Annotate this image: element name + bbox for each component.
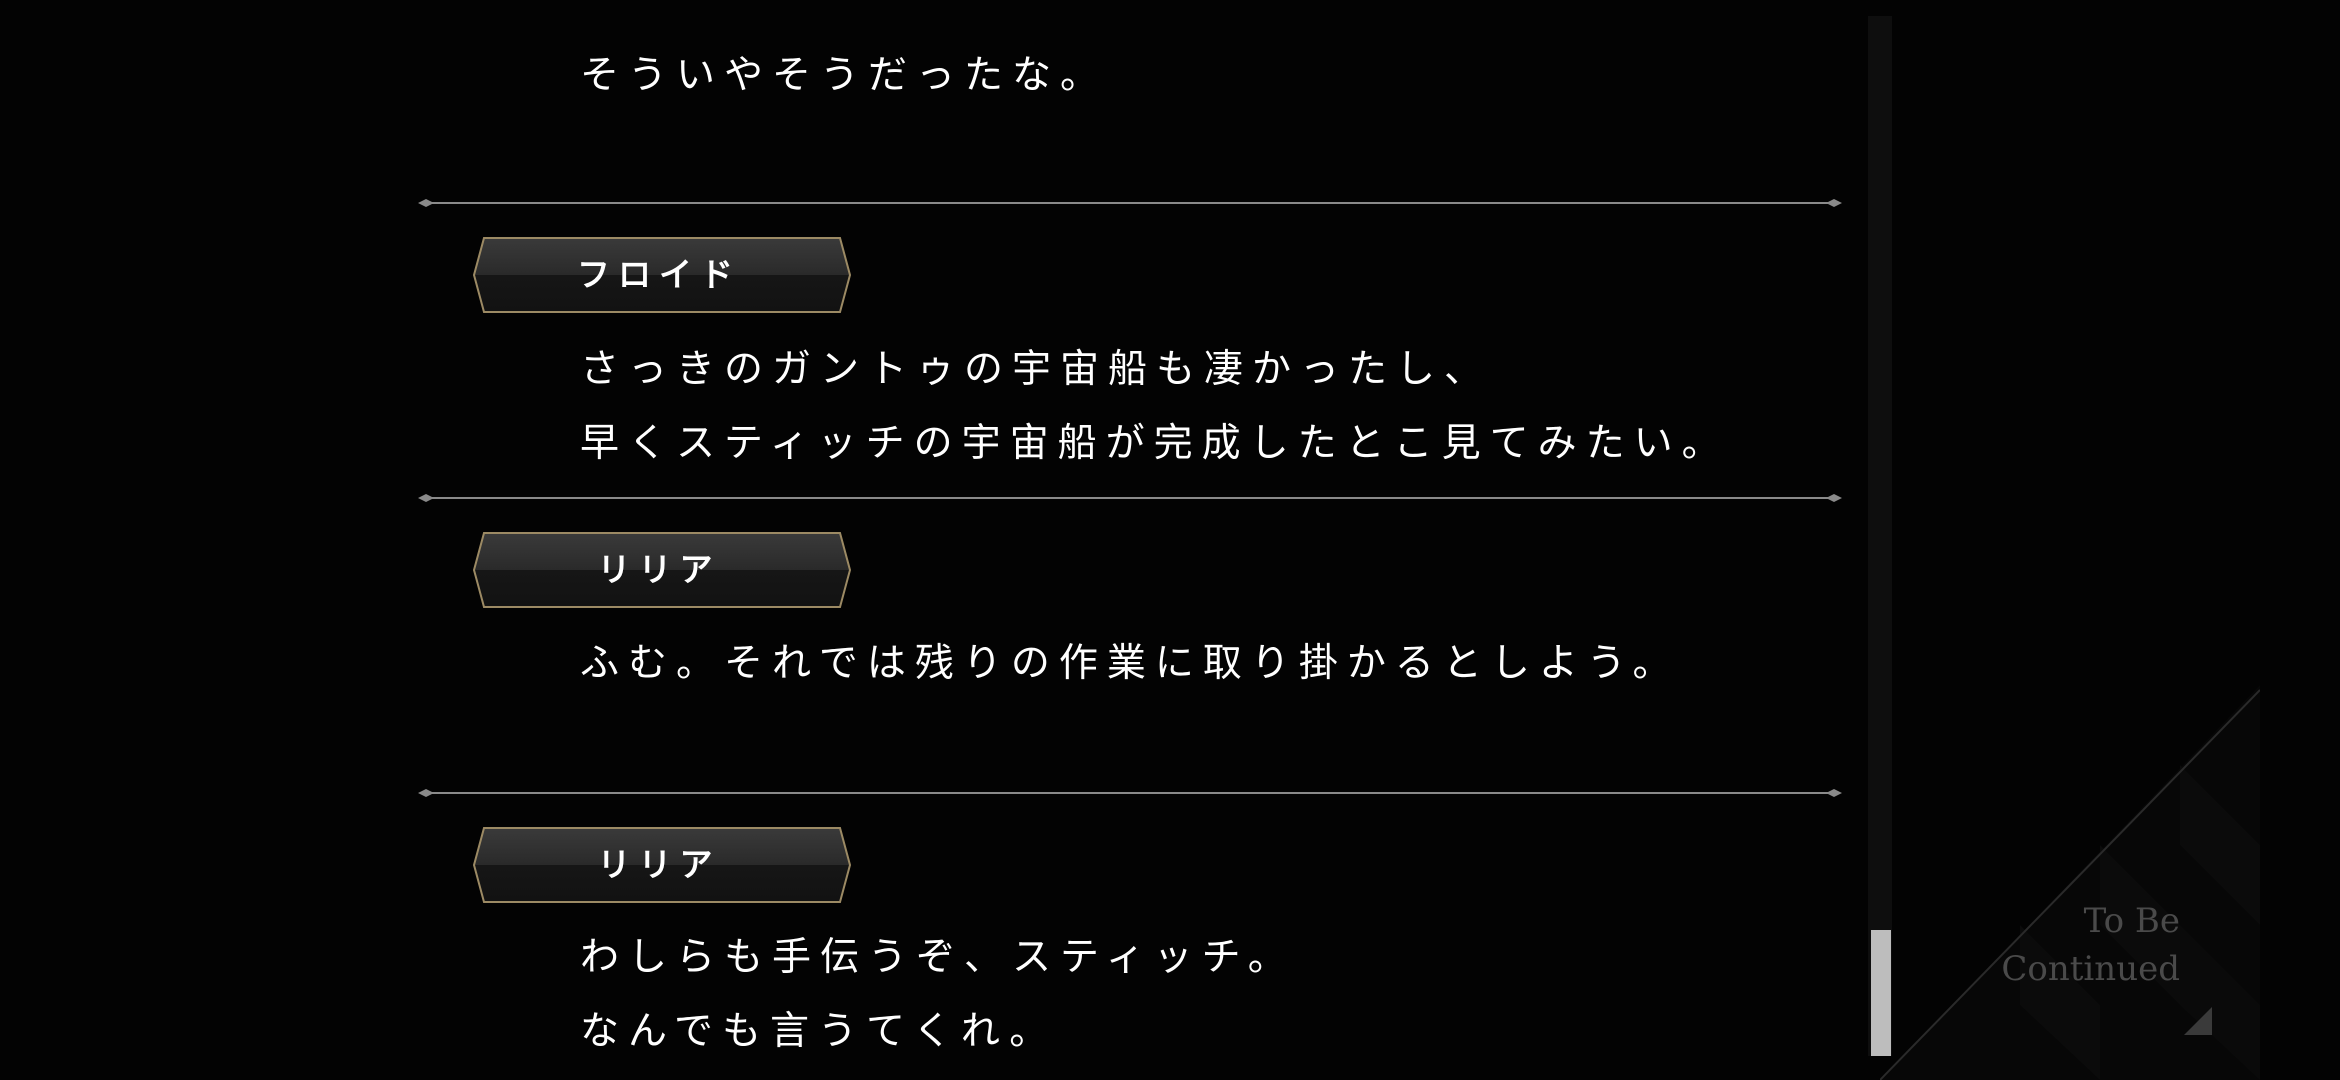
continued-label: Continued <box>2001 949 2180 989</box>
dialogue-line: ふむ。それでは残りの作業に取り掛かるとしよう。 <box>580 641 1681 686</box>
dialogue-line: そういやそうだったな。 <box>580 53 1109 98</box>
dialogue-line: わしらも手伝うぞ、スティッチ。 <box>580 935 1296 980</box>
speaker-name: フロイド <box>577 255 741 294</box>
entry-divider <box>418 491 1842 505</box>
speaker-nameplate: リリア <box>472 531 852 609</box>
dialogue-line: 早くスティッチの宇宙船が完成したとこ見てみたい。 <box>580 421 1730 466</box>
entry-divider <box>418 786 1842 800</box>
speaker-name: リリア <box>597 845 721 884</box>
speaker-nameplate: フロイド <box>472 236 852 314</box>
to-be-continued-corner: To Be Continued <box>1880 685 2260 1080</box>
to-be-label: To Be <box>2083 901 2180 941</box>
entry-divider <box>418 196 1842 210</box>
dialogue-line: なんでも言うてくれ。 <box>580 1009 1058 1054</box>
dialogue-line: さっきのガントゥの宇宙船も凄かったし、 <box>580 347 1493 392</box>
speaker-name: リリア <box>597 550 721 589</box>
backlog-screen: そういやそうだったな。 フロイド さっきのガントゥの宇宙船も凄かったし、 早くス… <box>0 0 2340 1080</box>
speaker-nameplate: リリア <box>472 826 852 904</box>
